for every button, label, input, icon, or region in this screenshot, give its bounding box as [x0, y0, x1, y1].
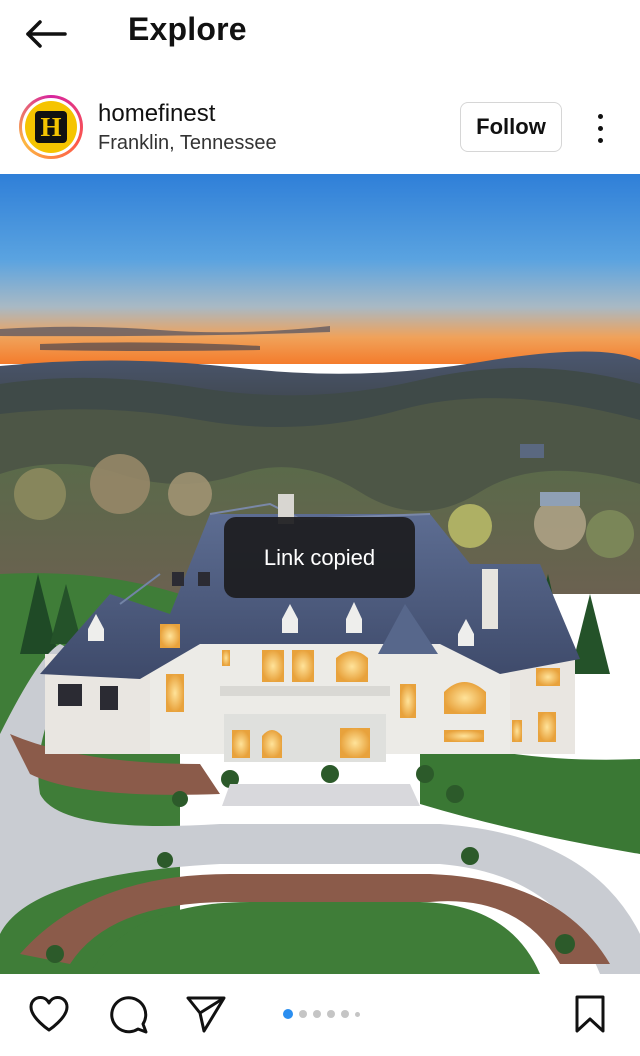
follow-button[interactable]: Follow	[460, 102, 562, 152]
toast-text: Link copied	[263, 544, 376, 570]
avatar-letter: H	[40, 111, 62, 142]
carousel-dot	[299, 1010, 307, 1018]
share-button[interactable]	[184, 992, 228, 1036]
more-options-button[interactable]	[586, 108, 614, 148]
comment-icon	[110, 996, 148, 1034]
more-vertical-icon	[597, 113, 603, 143]
like-button[interactable]	[27, 992, 71, 1036]
carousel-dot	[327, 1010, 335, 1018]
username[interactable]: homefinest	[98, 100, 215, 128]
back-button[interactable]	[24, 10, 76, 58]
top-app-bar: Explore	[0, 0, 640, 74]
post-header: H homefinest Franklin, Tennessee Follow	[0, 84, 640, 170]
carousel-dot-active	[283, 1009, 293, 1019]
avatar[interactable]: H	[19, 95, 83, 159]
comment-button[interactable]	[106, 992, 150, 1036]
carousel-dot	[341, 1010, 349, 1018]
send-icon	[186, 996, 226, 1033]
logo-badge: H	[35, 111, 67, 143]
save-button[interactable]	[568, 992, 612, 1036]
arrow-left-icon	[26, 20, 67, 48]
post-action-bar	[0, 974, 640, 1056]
link-copied-toast: Link copied	[224, 517, 415, 598]
page-title: Explore	[128, 11, 247, 47]
location-link[interactable]: Franklin, Tennessee	[98, 132, 277, 155]
avatar-logo: H	[25, 101, 77, 153]
heart-icon	[29, 996, 69, 1032]
carousel-dot	[355, 1011, 360, 1017]
carousel-indicator	[283, 1008, 360, 1020]
carousel-dot	[313, 1010, 321, 1018]
bookmark-icon	[575, 995, 605, 1033]
